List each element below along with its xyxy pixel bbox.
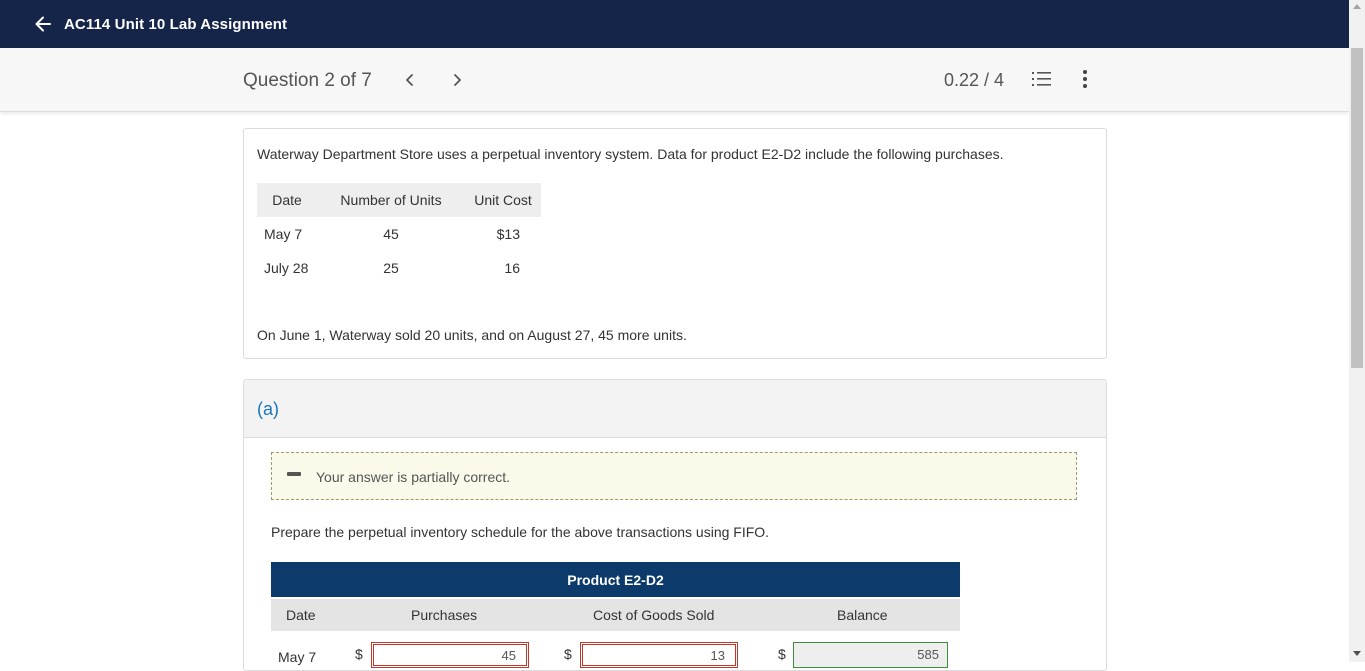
question-intro: Waterway Department Store uses a perpetu…	[257, 146, 1004, 162]
schedule-header-cogs: Cost of Goods Sold	[593, 607, 715, 623]
question-list-icon[interactable]	[1031, 70, 1053, 88]
purchases-dollar-sign: $	[355, 646, 363, 662]
table-row: May 7 45 $13	[257, 217, 541, 251]
question-counter: Question 2 of 7	[243, 70, 372, 91]
next-question-icon[interactable]	[447, 68, 467, 92]
table-cell-units: 45	[383, 226, 399, 242]
schedule-title: Product E2-D2	[271, 562, 960, 599]
scrollbar-thumb[interactable]	[1351, 48, 1363, 368]
schedule-header-date: Date	[286, 607, 316, 623]
partial-correct-icon	[287, 472, 301, 476]
table-header-unit-cost: Unit Cost	[465, 183, 541, 217]
table-row: July 28 25 16	[257, 251, 541, 285]
feedback-text: Your answer is partially correct.	[316, 469, 511, 485]
question-bar: Question 2 of 7 0.22 / 4	[0, 48, 1349, 112]
cogs-input-frame: 13	[580, 642, 738, 668]
feedback-box: Your answer is partially correct.	[271, 452, 1077, 500]
schedule-header-balance: Balance	[837, 607, 888, 623]
table-header-row: Date Number of Units Unit Cost	[257, 183, 541, 217]
schedule-header-purchases: Purchases	[411, 607, 478, 623]
assignment-title: AC114 Unit 10 Lab Assignment	[64, 15, 288, 33]
purchases-input-frame: 45	[371, 642, 529, 668]
previous-question-icon[interactable]	[400, 68, 420, 92]
table-cell-date: May 7	[264, 226, 303, 242]
sales-statement: On June 1, Waterway sold 20 units, and o…	[257, 327, 687, 343]
page-scrollbar[interactable]	[1349, 0, 1365, 662]
question-panel: Waterway Department Store uses a perpetu…	[243, 128, 1107, 359]
back-arrow-icon[interactable]	[34, 15, 52, 33]
inventory-schedule: Product E2-D2 Date Purchases Cost of Goo…	[271, 562, 960, 670]
part-a-label: (a)	[257, 399, 279, 419]
schedule-row: May 7 $ 45 $ 13 $ 585	[271, 631, 960, 670]
table-header-date: Date	[257, 183, 317, 217]
part-a-panel: (a) Your answer is partially correct. Pr…	[243, 379, 1107, 671]
top-bar: AC114 Unit 10 Lab Assignment	[0, 0, 1349, 48]
balance-input[interactable]: 585	[793, 642, 948, 668]
part-a-instruction: Prepare the perpetual inventory schedule…	[271, 524, 770, 540]
table-cell-unit-cost: 16	[504, 260, 520, 276]
part-a-header: (a)	[244, 380, 1106, 438]
scroll-down-icon[interactable]	[1353, 651, 1361, 656]
schedule-row-date: May 7	[278, 649, 317, 665]
schedule-column-header: Date Purchases Cost of Goods Sold Balanc…	[271, 599, 960, 631]
cogs-dollar-sign: $	[564, 646, 572, 662]
table-header-units: Number of Units	[317, 183, 465, 217]
table-cell-units: 25	[383, 260, 399, 276]
cogs-input[interactable]: 13	[582, 644, 736, 666]
table-cell-unit-cost: $13	[496, 226, 520, 242]
balance-dollar-sign: $	[778, 646, 786, 662]
scroll-up-icon[interactable]	[1353, 4, 1361, 9]
table-cell-date: July 28	[264, 260, 309, 276]
more-options-icon[interactable]	[1077, 69, 1093, 89]
purchases-input[interactable]: 45	[373, 644, 527, 666]
purchases-table: Date Number of Units Unit Cost May 7 45 …	[257, 183, 541, 285]
question-score: 0.22 / 4	[944, 70, 1005, 90]
